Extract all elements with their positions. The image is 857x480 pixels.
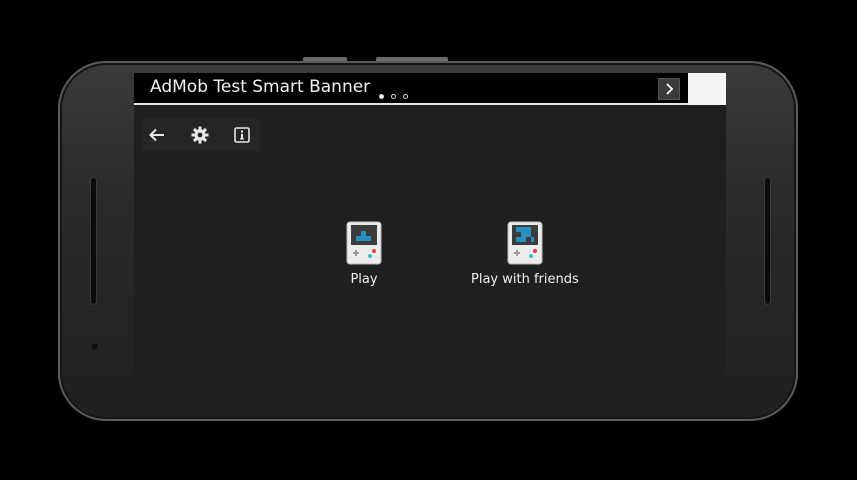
play-with-friends-label: Play with friends xyxy=(471,272,579,287)
arrow-left-icon xyxy=(149,128,164,142)
play-label: Play xyxy=(350,272,378,287)
gear-icon xyxy=(191,126,209,144)
ad-banner-title: AdMob Test Smart Banner xyxy=(150,77,371,97)
pager-dot xyxy=(391,94,396,99)
game-console-icon xyxy=(507,221,543,265)
phone-speaker-left xyxy=(90,177,97,305)
ad-banner-image xyxy=(688,73,726,105)
top-toolbar xyxy=(142,119,260,151)
game-console-icon xyxy=(346,221,382,265)
info-button[interactable] xyxy=(231,124,253,146)
pager-dot xyxy=(379,94,384,99)
ad-banner-divider xyxy=(134,103,688,105)
phone-speaker-right xyxy=(764,177,771,305)
back-button[interactable] xyxy=(146,124,168,146)
ad-banner-pager xyxy=(379,94,408,99)
phone-camera-dot xyxy=(91,343,98,350)
ad-banner[interactable]: AdMob Test Smart Banner xyxy=(134,73,726,105)
play-button[interactable]: Play xyxy=(346,221,382,287)
app-screen: AdMob Test Smart Banner Play Play with f… xyxy=(134,73,726,408)
play-with-friends-button[interactable]: Play with friends xyxy=(471,221,579,287)
settings-button[interactable] xyxy=(189,124,211,146)
ad-banner-next-button[interactable] xyxy=(658,78,680,100)
chevron-right-icon xyxy=(666,83,674,95)
info-icon xyxy=(234,127,250,143)
pager-dot xyxy=(403,94,408,99)
